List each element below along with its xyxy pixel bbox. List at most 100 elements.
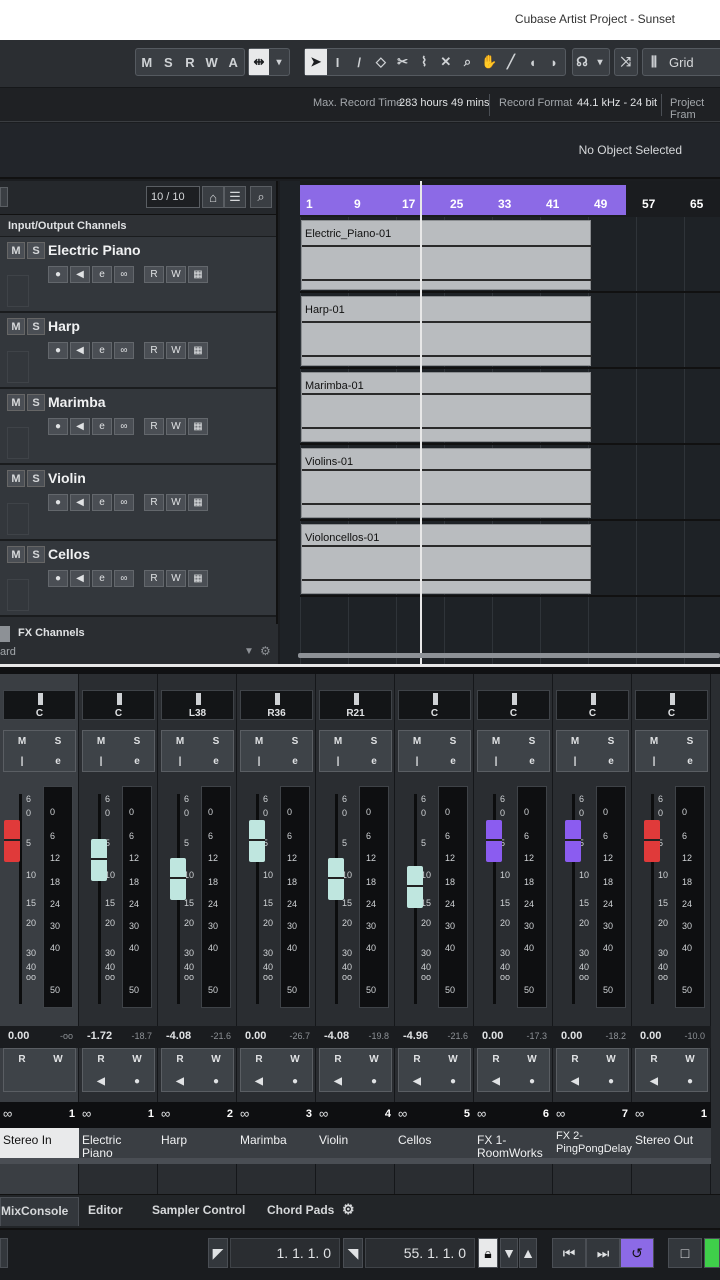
punch-in-icon[interactable]: ▼ — [500, 1238, 518, 1268]
channel-strip[interactable]: R21 M S | e 6 0 5 10 15 20 30 40 oo 0 6 12 18 24 30 40… — [316, 674, 395, 1194]
listen-button[interactable]: | — [320, 751, 356, 771]
record-icon[interactable]: ● — [435, 1071, 471, 1092]
zoom-icon[interactable]: ⌕ — [457, 49, 479, 75]
solo-button[interactable]: S — [198, 731, 234, 751]
audio-event[interactable]: Violoncellos-01 — [301, 524, 592, 594]
write-button[interactable]: W — [119, 1049, 155, 1070]
write-button[interactable]: W — [198, 1049, 234, 1070]
event-display[interactable]: Electric_Piano-01 Harp-01 Marimba-01 Violin… — [300, 217, 720, 664]
track-name[interactable]: Cellos — [48, 546, 90, 562]
go-to-start-icon[interactable]: ⏮ — [552, 1238, 586, 1268]
mute-button[interactable]: M — [162, 731, 198, 751]
tab-editor[interactable]: Editor — [88, 1203, 123, 1217]
volume-value[interactable]: 0.00 — [8, 1030, 29, 1042]
read-button[interactable]: R — [478, 1049, 514, 1070]
solo-button[interactable]: S — [27, 546, 45, 563]
mute-button[interactable]: M — [478, 731, 514, 751]
record-icon[interactable]: ● — [593, 1071, 629, 1092]
state-w-button[interactable]: W — [201, 49, 223, 75]
listen-button[interactable]: | — [478, 751, 514, 771]
track-count-field[interactable]: 10 / 10 — [146, 186, 200, 208]
track-ctrl-button[interactable]: W — [166, 494, 186, 511]
write-button[interactable]: W — [40, 1049, 76, 1070]
record-icon[interactable]: ● — [356, 1071, 392, 1092]
play-icon[interactable] — [704, 1238, 720, 1268]
chevron-down-icon[interactable]: ▾ — [591, 49, 609, 75]
tab-sampler-control[interactable]: Sampler Control — [152, 1203, 245, 1217]
mute-button[interactable]: M — [83, 731, 119, 751]
peak-value[interactable]: -17.3 — [526, 1031, 547, 1041]
channel-strip[interactable]: C M S | e 6 0 5 10 15 20 30 40 oo 0 6 12 18 24 30 40 50… — [395, 674, 474, 1194]
track-ctrl-button[interactable]: e — [92, 342, 112, 359]
solo-button[interactable]: S — [514, 731, 550, 751]
edit-button[interactable]: e — [672, 751, 708, 771]
track-ctrl-button[interactable]: ▦ — [188, 570, 208, 587]
track-ctrl-button[interactable]: W — [166, 266, 186, 283]
track-name[interactable]: Violin — [48, 470, 86, 486]
read-button[interactable]: R — [320, 1049, 356, 1070]
volume-value[interactable]: -1.72 — [87, 1030, 112, 1042]
link-icon[interactable]: ∞ — [240, 1106, 249, 1121]
track-ctrl-button[interactable]: ▦ — [188, 494, 208, 511]
listen-button[interactable]: | — [83, 751, 119, 771]
link-icon[interactable]: ∞ — [3, 1106, 12, 1121]
volume-value[interactable]: -4.08 — [324, 1030, 349, 1042]
write-button[interactable]: W — [514, 1049, 550, 1070]
channel-name[interactable]: Harp — [158, 1128, 237, 1158]
folder-fx-channels[interactable]: FX Channels ard ▼ ⚙ — [0, 624, 278, 664]
listen-button[interactable]: | — [399, 751, 435, 771]
stop-icon[interactable]: □ — [668, 1238, 702, 1268]
pan-control[interactable]: C — [635, 690, 708, 720]
link-icon[interactable]: ∞ — [82, 1106, 91, 1121]
edit-button[interactable]: e — [514, 751, 550, 771]
audio-event[interactable]: Violins-01 — [301, 448, 592, 518]
track-ctrl-button[interactable]: ◀ — [70, 266, 90, 283]
track-row[interactable]: M S Harp ● ◀ e ∞ R W ▦ — [0, 313, 276, 389]
read-button[interactable]: R — [636, 1049, 672, 1070]
right-locator[interactable]: 55. 1. 1. 0 — [365, 1238, 475, 1268]
write-button[interactable]: W — [435, 1049, 471, 1070]
line-icon[interactable]: ╱ — [500, 49, 522, 75]
track-ctrl-button[interactable]: e — [92, 418, 112, 435]
volume-fader[interactable] — [565, 819, 581, 862]
write-button[interactable]: W — [277, 1049, 313, 1070]
mute-button[interactable]: M — [557, 731, 593, 751]
write-button[interactable]: W — [593, 1049, 629, 1070]
object-select-icon[interactable]: ➤ — [305, 49, 327, 75]
channel-name[interactable]: FX 2-PingPongDelay — [553, 1128, 632, 1158]
go-to-end-icon[interactable]: ⏭ — [586, 1238, 620, 1268]
solo-button[interactable]: S — [27, 318, 45, 335]
gear-icon[interactable]: ⚙ — [260, 644, 271, 658]
chevron-down-icon[interactable]: ▼ — [244, 646, 254, 657]
channel-name[interactable]: Stereo In — [0, 1128, 79, 1158]
link-icon[interactable]: ∞ — [398, 1106, 407, 1121]
draw-icon[interactable]: / — [348, 49, 370, 75]
track-ctrl-button[interactable]: ▦ — [188, 418, 208, 435]
track-ctrl-button[interactable]: ▦ — [188, 266, 208, 283]
solo-button[interactable]: S — [435, 731, 471, 751]
track-ctrl-button[interactable]: ◀ — [70, 418, 90, 435]
listen-button[interactable]: | — [4, 751, 40, 771]
solo-button[interactable]: S — [119, 731, 155, 751]
monitor-icon[interactable]: ◀ — [241, 1071, 277, 1092]
glue-icon[interactable]: ⌇ — [413, 49, 435, 75]
mute-button[interactable]: M — [7, 470, 25, 487]
snap-icon[interactable]: ⤨ — [615, 49, 637, 75]
record-icon[interactable]: ● — [672, 1071, 708, 1092]
track-ctrl-button[interactable]: e — [92, 494, 112, 511]
write-button[interactable]: W — [356, 1049, 392, 1070]
erase-icon[interactable]: ◇ — [370, 49, 392, 75]
read-button[interactable]: R — [557, 1049, 593, 1070]
mute-button[interactable]: M — [7, 318, 25, 335]
channel-name[interactable]: Cellos — [395, 1128, 474, 1158]
track-row[interactable]: M S Cellos ● ◀ e ∞ R W ▦ — [0, 541, 276, 617]
peak-value[interactable]: -21.6 — [210, 1031, 231, 1041]
mute-button[interactable]: M — [636, 731, 672, 751]
track-ctrl-button[interactable]: W — [166, 418, 186, 435]
volume-value[interactable]: 0.00 — [482, 1030, 503, 1042]
mute-button[interactable]: M — [399, 731, 435, 751]
track-ctrl-button[interactable]: ∞ — [114, 570, 134, 587]
volume-fader[interactable] — [644, 819, 660, 862]
pan-control[interactable]: R21 — [319, 690, 392, 720]
track-ctrl-button[interactable]: R — [144, 570, 164, 587]
